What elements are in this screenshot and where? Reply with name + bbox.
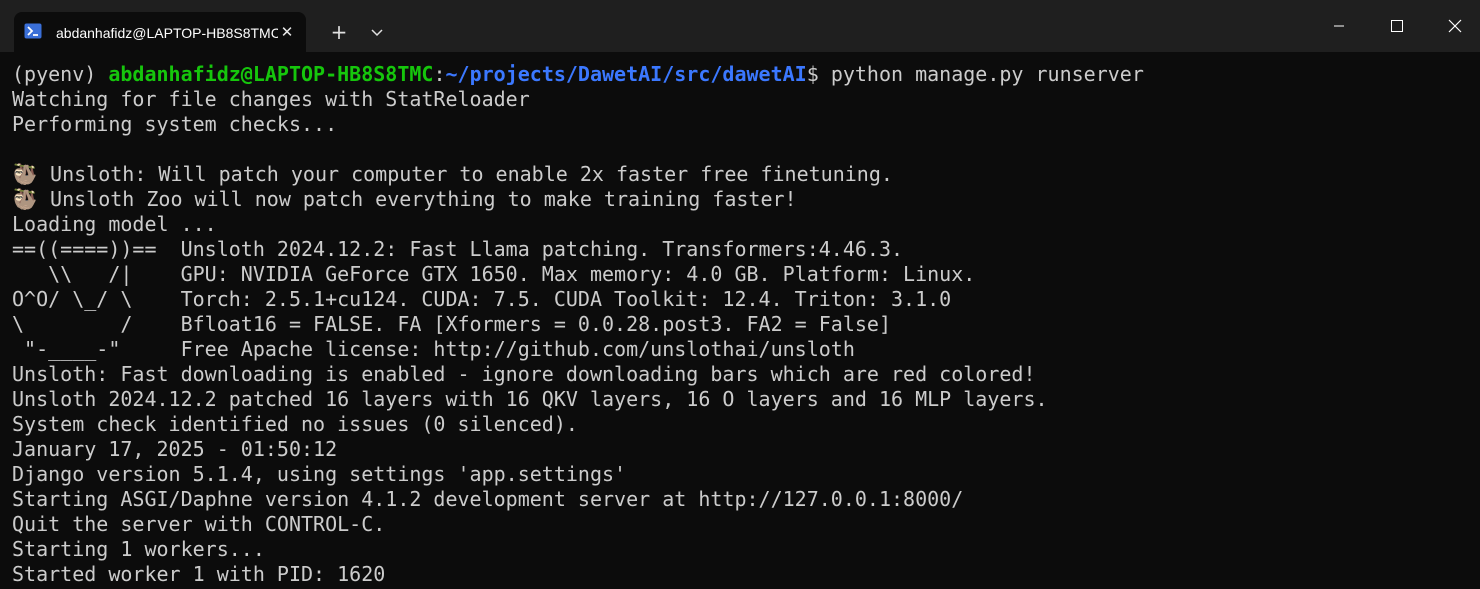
output-line: Django version 5.1.4, using settings 'ap…	[12, 462, 627, 486]
chevron-down-icon[interactable]	[362, 17, 392, 47]
output-line: Started worker 1 with PID: 1620	[12, 562, 386, 586]
output-line: Performing system checks...	[12, 112, 338, 136]
banner-line: ==((====))== Unsloth 2024.12.2: Fast Lla…	[12, 237, 904, 261]
banner-line: "-____-" Free Apache license: http://git…	[12, 337, 855, 361]
title-bar: abdanhafidz@LAPTOP-HB8S8TMC: ~/projects/…	[0, 0, 1480, 52]
banner-line: \\ /| GPU: NVIDIA GeForce GTX 1650. Max …	[12, 262, 976, 286]
output-line: Starting ASGI/Daphne version 4.1.2 devel…	[12, 487, 964, 511]
output-line: Unsloth: Fast downloading is enabled - i…	[12, 362, 1036, 386]
prompt-line: (pyenv) abdanhafidz@LAPTOP-HB8S8TMC:~/pr…	[12, 62, 1472, 87]
terminal-window: abdanhafidz@LAPTOP-HB8S8TMC: ~/projects/…	[0, 0, 1480, 589]
window-close-button[interactable]	[1426, 0, 1480, 52]
output-line: January 17, 2025 - 01:50:12	[12, 437, 338, 461]
output-line: Watching for file changes with StatReloa…	[12, 87, 530, 111]
terminal-icon	[24, 23, 42, 39]
close-icon[interactable]: ✕	[276, 21, 298, 43]
terminal-tab[interactable]: abdanhafidz@LAPTOP-HB8S8TMC: ~/projects/…	[14, 12, 306, 52]
output-line: Unsloth 2024.12.2 patched 16 layers with…	[12, 387, 1048, 411]
output-line: 🦥 Unsloth: Will patch your computer to e…	[12, 162, 1472, 187]
banner-line: O^O/ \_/ \ Torch: 2.5.1+cu124. CUDA: 7.5…	[12, 287, 952, 311]
prompt-separator: :	[433, 62, 446, 86]
terminal-output[interactable]: (pyenv) abdanhafidz@LAPTOP-HB8S8TMC:~/pr…	[12, 62, 1472, 589]
output-line: System check identified no issues (0 sil…	[12, 412, 578, 436]
output-line: Quit the server with CONTROL-C.	[12, 512, 386, 536]
prompt-command: python manage.py runserver	[830, 62, 1144, 86]
sloth-icon: 🦥	[12, 187, 38, 211]
sloth-icon: 🦥	[12, 162, 38, 186]
output-line: Loading model ...	[12, 212, 217, 236]
prompt-user-host: abdanhafidz@LAPTOP-HB8S8TMC	[108, 62, 434, 86]
output-text: Unsloth Zoo will now patch everything to…	[38, 187, 797, 211]
output-line: Starting 1 workers...	[12, 537, 265, 561]
prompt-env: (pyenv)	[12, 62, 109, 86]
minimize-button[interactable]	[1310, 0, 1368, 52]
new-tab-button[interactable]: +	[324, 17, 354, 47]
prompt-path: ~/projects/DawetAI/src/dawetAI	[445, 62, 807, 86]
banner-line: \ / Bfloat16 = FALSE. FA [Xformers = 0.0…	[12, 312, 891, 336]
maximize-button[interactable]	[1368, 0, 1426, 52]
prompt-dollar: $	[806, 62, 831, 86]
output-line: 🦥 Unsloth Zoo will now patch everything …	[12, 187, 1472, 212]
output-text: Unsloth: Will patch your computer to ena…	[38, 162, 893, 186]
tab-title: abdanhafidz@LAPTOP-HB8S8TMC: ~/projects/…	[56, 25, 278, 41]
